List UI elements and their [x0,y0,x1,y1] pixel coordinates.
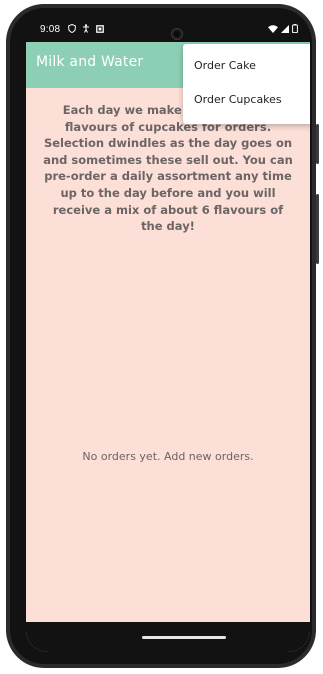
accessibility-icon [82,24,90,36]
status-left-icons [68,23,104,36]
navigation-bar [26,622,310,652]
power-button [316,124,319,164]
menu-item-order-cupcakes[interactable]: Order Cupcakes [183,83,310,117]
status-bar: 9:08 [26,18,310,42]
screen: 9:08 Milk and Water Each day we make a s… [26,18,310,652]
status-right-icons [268,24,298,36]
menu-item-order-cake[interactable]: Order Cake [183,49,310,83]
battery-icon [292,24,298,36]
overflow-menu: Order Cake Order Cupcakes [183,44,310,124]
home-handle[interactable] [142,636,226,639]
signal-icon [281,24,289,36]
empty-state-text: No orders yet. Add new orders. [82,450,254,463]
app-title: Milk and Water [36,54,144,70]
volume-button [316,194,319,264]
shield-icon [68,23,76,36]
front-camera [171,28,183,40]
wifi-icon [268,24,278,36]
notification-square-icon [96,24,104,36]
status-time: 9:08 [40,24,61,35]
phone-frame: 9:08 Milk and Water Each day we make a s… [6,4,319,668]
main-content: Each day we make a selection of flavours… [26,88,310,652]
